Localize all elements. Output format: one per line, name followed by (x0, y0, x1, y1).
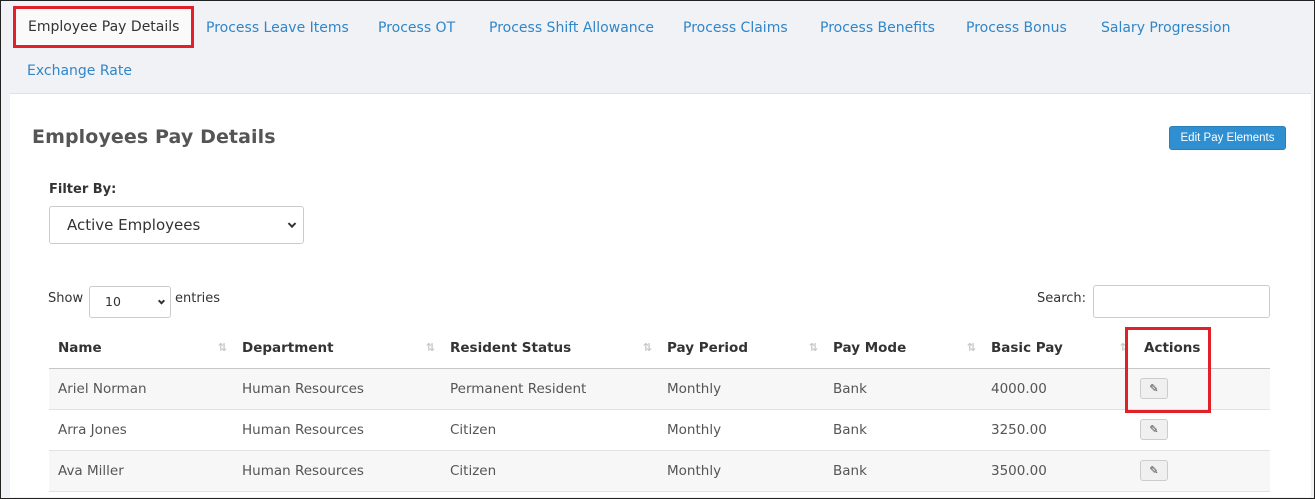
page-title: Employees Pay Details (32, 126, 276, 148)
column-header-actions: Actions (1135, 328, 1270, 369)
tab-process-claims[interactable]: Process Claims (683, 18, 788, 38)
table-header-row: Name ⇅ Department ⇅ Resident Status ⇅ Pay P… (49, 328, 1270, 369)
app-frame: Employee Pay Details Process Leave Items… (0, 0, 1315, 499)
tab-process-ot[interactable]: Process OT (378, 18, 455, 38)
cell-department: Human Resources (233, 409, 441, 451)
entries-selected-value: 10 (105, 294, 121, 309)
cell-pay-mode: Bank (824, 368, 982, 410)
column-label: Resident Status (450, 339, 572, 356)
pencil-icon[interactable]: ✎ (1140, 460, 1168, 481)
sort-icon: ⇅ (808, 341, 818, 354)
sort-icon: ⇅ (642, 341, 652, 354)
cell-pay-period: Monthly (658, 450, 824, 492)
cell-pay-period: Monthly (658, 368, 824, 410)
column-label: Pay Mode (833, 339, 907, 356)
cell-pay-mode: Bank (824, 409, 982, 451)
sort-icon: ⇅ (1119, 341, 1129, 354)
pencil-icon[interactable]: ✎ (1140, 378, 1168, 399)
cell-resident-status: Permanent Resident (441, 368, 658, 410)
column-label: Name (58, 339, 102, 356)
filter-select[interactable]: Active Employees (49, 206, 304, 244)
tab-exchange-rate[interactable]: Exchange Rate (27, 61, 132, 81)
tab-process-benefits[interactable]: Process Benefits (820, 18, 935, 38)
table-row: Arra Jones Human Resources Citizen Month… (49, 409, 1270, 451)
column-label: Department (242, 339, 334, 356)
cell-resident-status: Citizen (441, 450, 658, 492)
column-header-resident-status[interactable]: Resident Status ⇅ (441, 328, 658, 369)
search-label: Search: (1037, 291, 1087, 306)
tab-salary-progression[interactable]: Salary Progression (1101, 18, 1231, 38)
table-row: Ava Miller Human Resources Citizen Month… (49, 450, 1270, 492)
cell-basic-pay: 3500.00 (982, 450, 1135, 492)
edit-pay-elements-button[interactable]: Edit Pay Elements (1169, 126, 1286, 150)
cell-basic-pay: 3250.00 (982, 409, 1135, 451)
entries-select[interactable]: 10 (89, 286, 171, 318)
show-label: Show (48, 291, 84, 306)
pencil-icon[interactable]: ✎ (1140, 419, 1168, 440)
filter-label: Filter By: (49, 182, 117, 197)
cell-pay-period: Monthly (658, 409, 824, 451)
tab-process-shift-allowance[interactable]: Process Shift Allowance (489, 18, 654, 38)
column-label: Pay Period (667, 339, 748, 356)
pay-details-panel: Employees Pay Details Edit Pay Elements … (10, 93, 1311, 497)
cell-pay-mode: Bank (824, 450, 982, 492)
column-header-name[interactable]: Name ⇅ (49, 328, 233, 369)
sort-icon: ⇅ (217, 341, 227, 354)
tab-process-bonus[interactable]: Process Bonus (966, 18, 1067, 38)
cell-department: Human Resources (233, 368, 441, 410)
search-input[interactable] (1093, 285, 1270, 318)
chevron-down-icon (287, 219, 297, 229)
column-label: Actions (1144, 339, 1201, 356)
tab-process-leave-items[interactable]: Process Leave Items (206, 18, 349, 38)
cell-name: Arra Jones (49, 409, 233, 451)
cell-actions: ✎ (1135, 450, 1270, 492)
employees-table: Name ⇅ Department ⇅ Resident Status ⇅ Pay P… (49, 328, 1270, 492)
cell-name: Ariel Norman (49, 368, 233, 410)
tab-bar: Employee Pay Details Process Leave Items… (2, 2, 1313, 94)
column-label: Basic Pay (991, 339, 1063, 356)
cell-name: Ava Miller (49, 450, 233, 492)
table-row: Ariel Norman Human Resources Permanent R… (49, 368, 1270, 410)
tab-employee-pay-details[interactable]: Employee Pay Details (13, 6, 195, 48)
cell-department: Human Resources (233, 450, 441, 492)
cell-resident-status: Citizen (441, 409, 658, 451)
column-header-basic-pay[interactable]: Basic Pay ⇅ (982, 328, 1135, 369)
column-header-pay-mode[interactable]: Pay Mode ⇅ (824, 328, 982, 369)
chevron-down-icon (157, 297, 166, 305)
cell-actions: ✎ (1135, 368, 1270, 410)
column-header-department[interactable]: Department ⇅ (233, 328, 441, 369)
sort-icon: ⇅ (425, 341, 435, 354)
cell-basic-pay: 4000.00 (982, 368, 1135, 410)
cell-actions: ✎ (1135, 409, 1270, 451)
filter-selected-value: Active Employees (67, 216, 201, 234)
entries-label: entries (175, 291, 221, 306)
sort-icon: ⇅ (966, 341, 976, 354)
column-header-pay-period[interactable]: Pay Period ⇅ (658, 328, 824, 369)
